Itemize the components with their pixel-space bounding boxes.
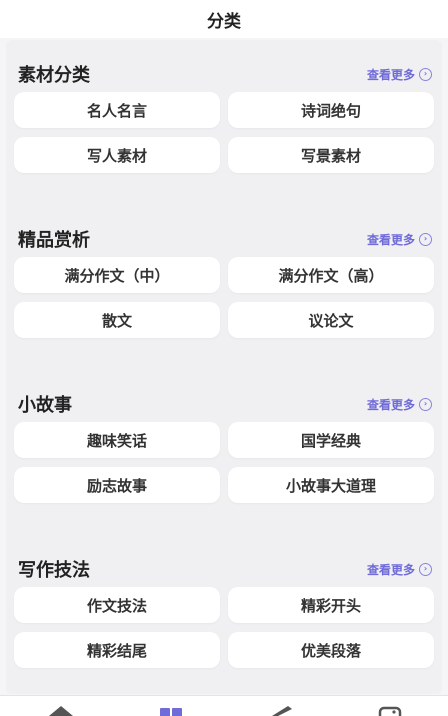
category-button[interactable]: 国学经典 [228,422,434,458]
category-content: 素材分类 查看更多 › 名人名言 诗词绝句 写人素材 写景素材 精品赏析 查看更多… [6,40,442,694]
page-title: 分类 [207,11,241,32]
category-button[interactable]: 精彩开头 [228,587,434,623]
category-button[interactable]: 作文技法 [14,587,220,623]
section-stories: 小故事 查看更多 › 趣味笑话 国学经典 励志故事 小故事大道理 [6,386,442,503]
view-more-link[interactable]: 查看更多 › [367,231,432,248]
home-icon[interactable] [47,702,75,716]
section-title: 精品赏析 [18,230,90,251]
section-title: 小故事 [18,395,72,416]
category-button[interactable]: 写景素材 [228,137,434,173]
view-more-link[interactable]: 查看更多 › [367,396,432,413]
category-button[interactable]: 散文 [14,302,220,338]
chevron-right-icon: › [419,67,432,81]
view-more-label: 查看更多 [366,232,415,247]
bottom-tab-bar [0,695,448,716]
section-appreciation: 精品赏析 查看更多 › 满分作文（中） 满分作文（高） 散文 议论文 [6,221,442,338]
section-material: 素材分类 查看更多 › 名人名言 诗词绝句 写人素材 写景素材 [6,56,442,173]
category-button[interactable]: 小故事大道理 [228,467,434,503]
category-button[interactable]: 满分作文（中） [14,257,220,293]
view-more-label: 查看更多 [366,67,415,82]
category-button[interactable]: 优美段落 [228,632,434,668]
category-button[interactable]: 趣味笑话 [14,422,220,458]
chevron-right-icon: › [419,562,432,576]
profile-icon[interactable] [376,702,404,716]
category-button[interactable]: 满分作文（高） [228,257,434,293]
top-bar: 分类 [0,0,448,38]
category-button[interactable]: 诗词绝句 [228,92,434,128]
view-more-label: 查看更多 [366,397,415,412]
section-writing-techniques: 写作技法 查看更多 › 作文技法 精彩开头 精彩结尾 优美段落 [6,551,442,668]
category-button[interactable]: 精彩结尾 [14,632,220,668]
category-icon[interactable] [158,702,186,716]
pen-icon[interactable] [268,702,296,716]
category-button[interactable]: 名人名言 [14,92,220,128]
section-title: 素材分类 [18,65,90,86]
chevron-right-icon: › [419,232,432,246]
category-button[interactable]: 励志故事 [14,467,220,503]
chevron-right-icon: › [419,397,432,411]
view-more-label: 查看更多 [366,562,415,577]
view-more-link[interactable]: 查看更多 › [367,66,432,83]
category-button[interactable]: 写人素材 [14,137,220,173]
view-more-link[interactable]: 查看更多 › [367,561,432,578]
category-button[interactable]: 议论文 [228,302,434,338]
section-title: 写作技法 [18,560,90,581]
